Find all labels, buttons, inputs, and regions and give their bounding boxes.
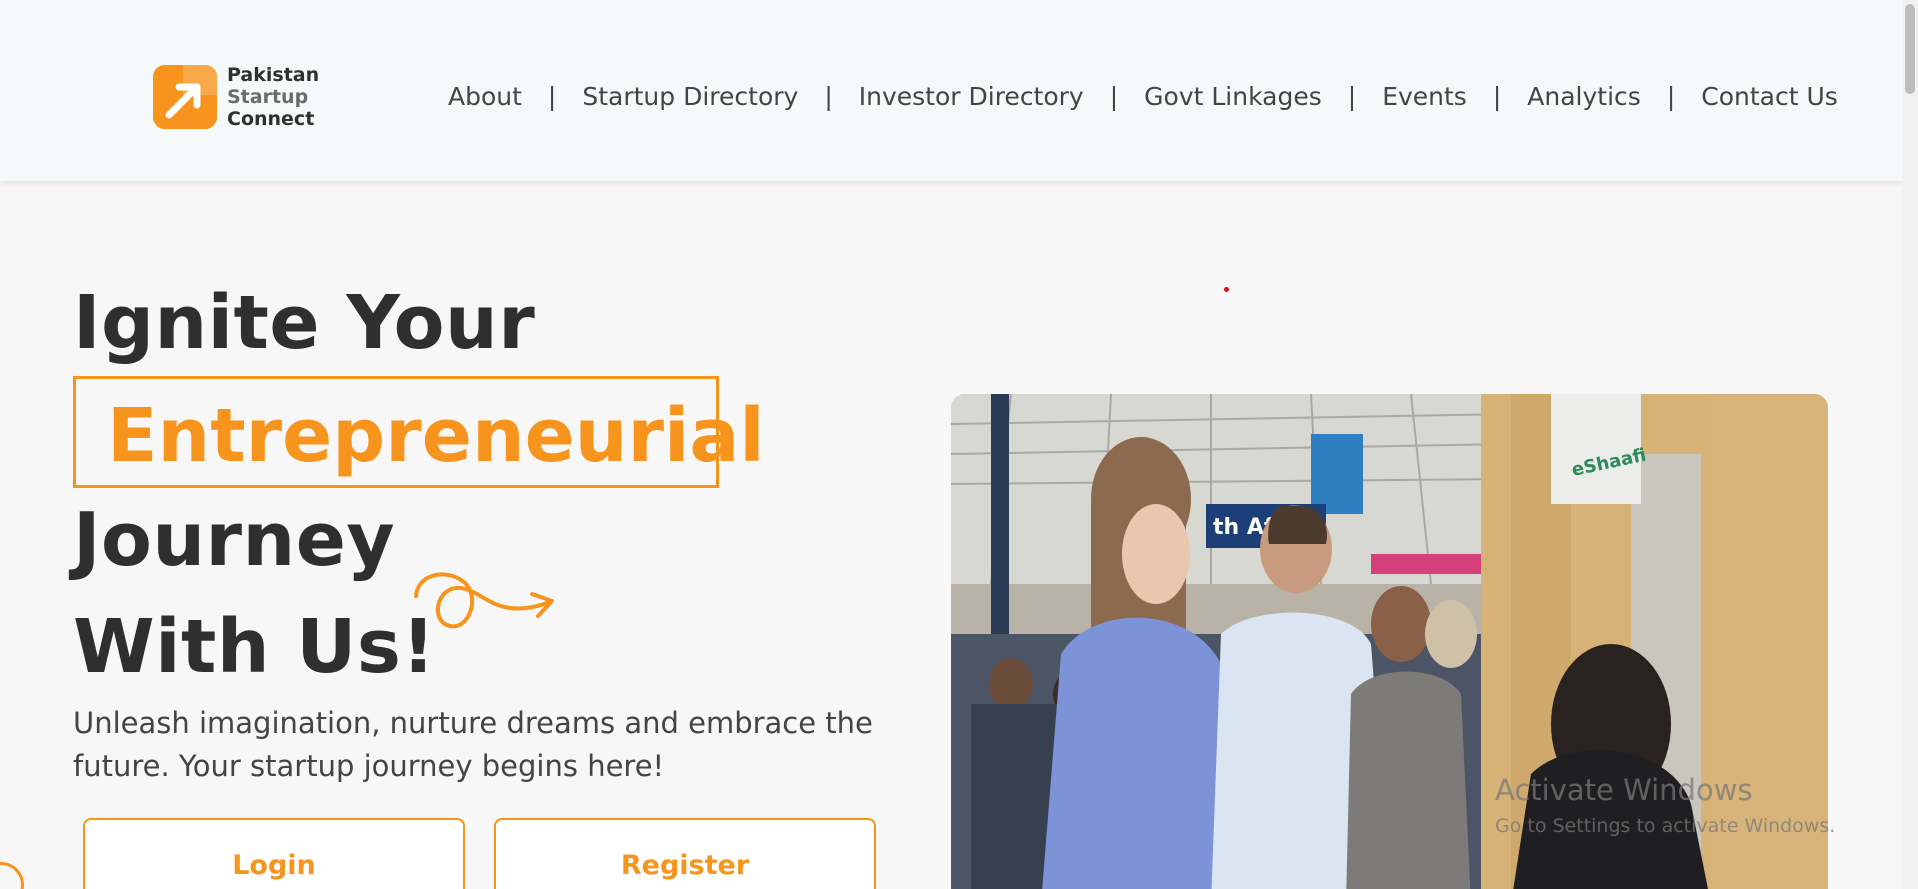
hero-heading-line3: Journey <box>73 497 396 583</box>
nav-separator: | <box>1347 82 1357 111</box>
hero-highlight-box: Entrepreneurial <box>73 376 765 488</box>
nav-startup-directory[interactable]: Startup Directory <box>582 82 798 111</box>
site-header: Pakistan Startup Connect About | Startup… <box>0 0 1902 181</box>
hero-subtitle: Unleash imagination, nurture dreams and … <box>73 706 873 783</box>
main-nav: About | Startup Directory | Investor Dir… <box>448 82 1838 111</box>
activate-windows-watermark: Activate Windows Go to Settings to activ… <box>1495 773 1835 837</box>
site-logo[interactable]: Pakistan Startup Connect <box>153 64 319 130</box>
nav-investor-directory[interactable]: Investor Directory <box>859 82 1084 111</box>
watermark-subtitle: Go to Settings to activate Windows. <box>1495 815 1836 837</box>
hero-heading-line4: With Us! <box>73 604 436 690</box>
squiggle-arrow-icon <box>414 572 554 629</box>
hero-highlight-word: Entrepreneurial <box>107 393 765 479</box>
decorative-dot <box>1224 287 1229 292</box>
logo-text-line2: Startup <box>227 86 309 108</box>
nav-events[interactable]: Events <box>1382 82 1467 111</box>
nav-separator: | <box>1666 82 1676 111</box>
nav-separator: | <box>1109 82 1119 111</box>
hero-heading-line1: Ignite Your <box>73 280 536 366</box>
logo-text-line3: Connect <box>227 108 315 130</box>
page-scrollbar[interactable] <box>1902 0 1918 889</box>
decorative-circle <box>0 862 24 889</box>
logo-text: Pakistan Startup Connect <box>227 64 319 130</box>
nav-about[interactable]: About <box>448 82 522 111</box>
watermark-title: Activate Windows <box>1495 773 1753 807</box>
register-button[interactable]: Register <box>494 818 876 889</box>
register-button-label: Register <box>620 850 750 881</box>
logo-text-line1: Pakistan <box>227 64 320 86</box>
login-button-label: Login <box>232 850 316 881</box>
arrow-up-right-icon <box>153 65 217 129</box>
nav-govt-linkages[interactable]: Govt Linkages <box>1144 82 1322 111</box>
nav-separator: | <box>824 82 833 111</box>
login-button[interactable]: Login <box>83 818 465 889</box>
nav-contact-us[interactable]: Contact Us <box>1701 82 1838 111</box>
nav-analytics[interactable]: Analytics <box>1527 82 1641 111</box>
nav-separator: | <box>547 82 557 111</box>
scrollbar-thumb[interactable] <box>1905 4 1915 94</box>
nav-separator: | <box>1492 82 1502 111</box>
